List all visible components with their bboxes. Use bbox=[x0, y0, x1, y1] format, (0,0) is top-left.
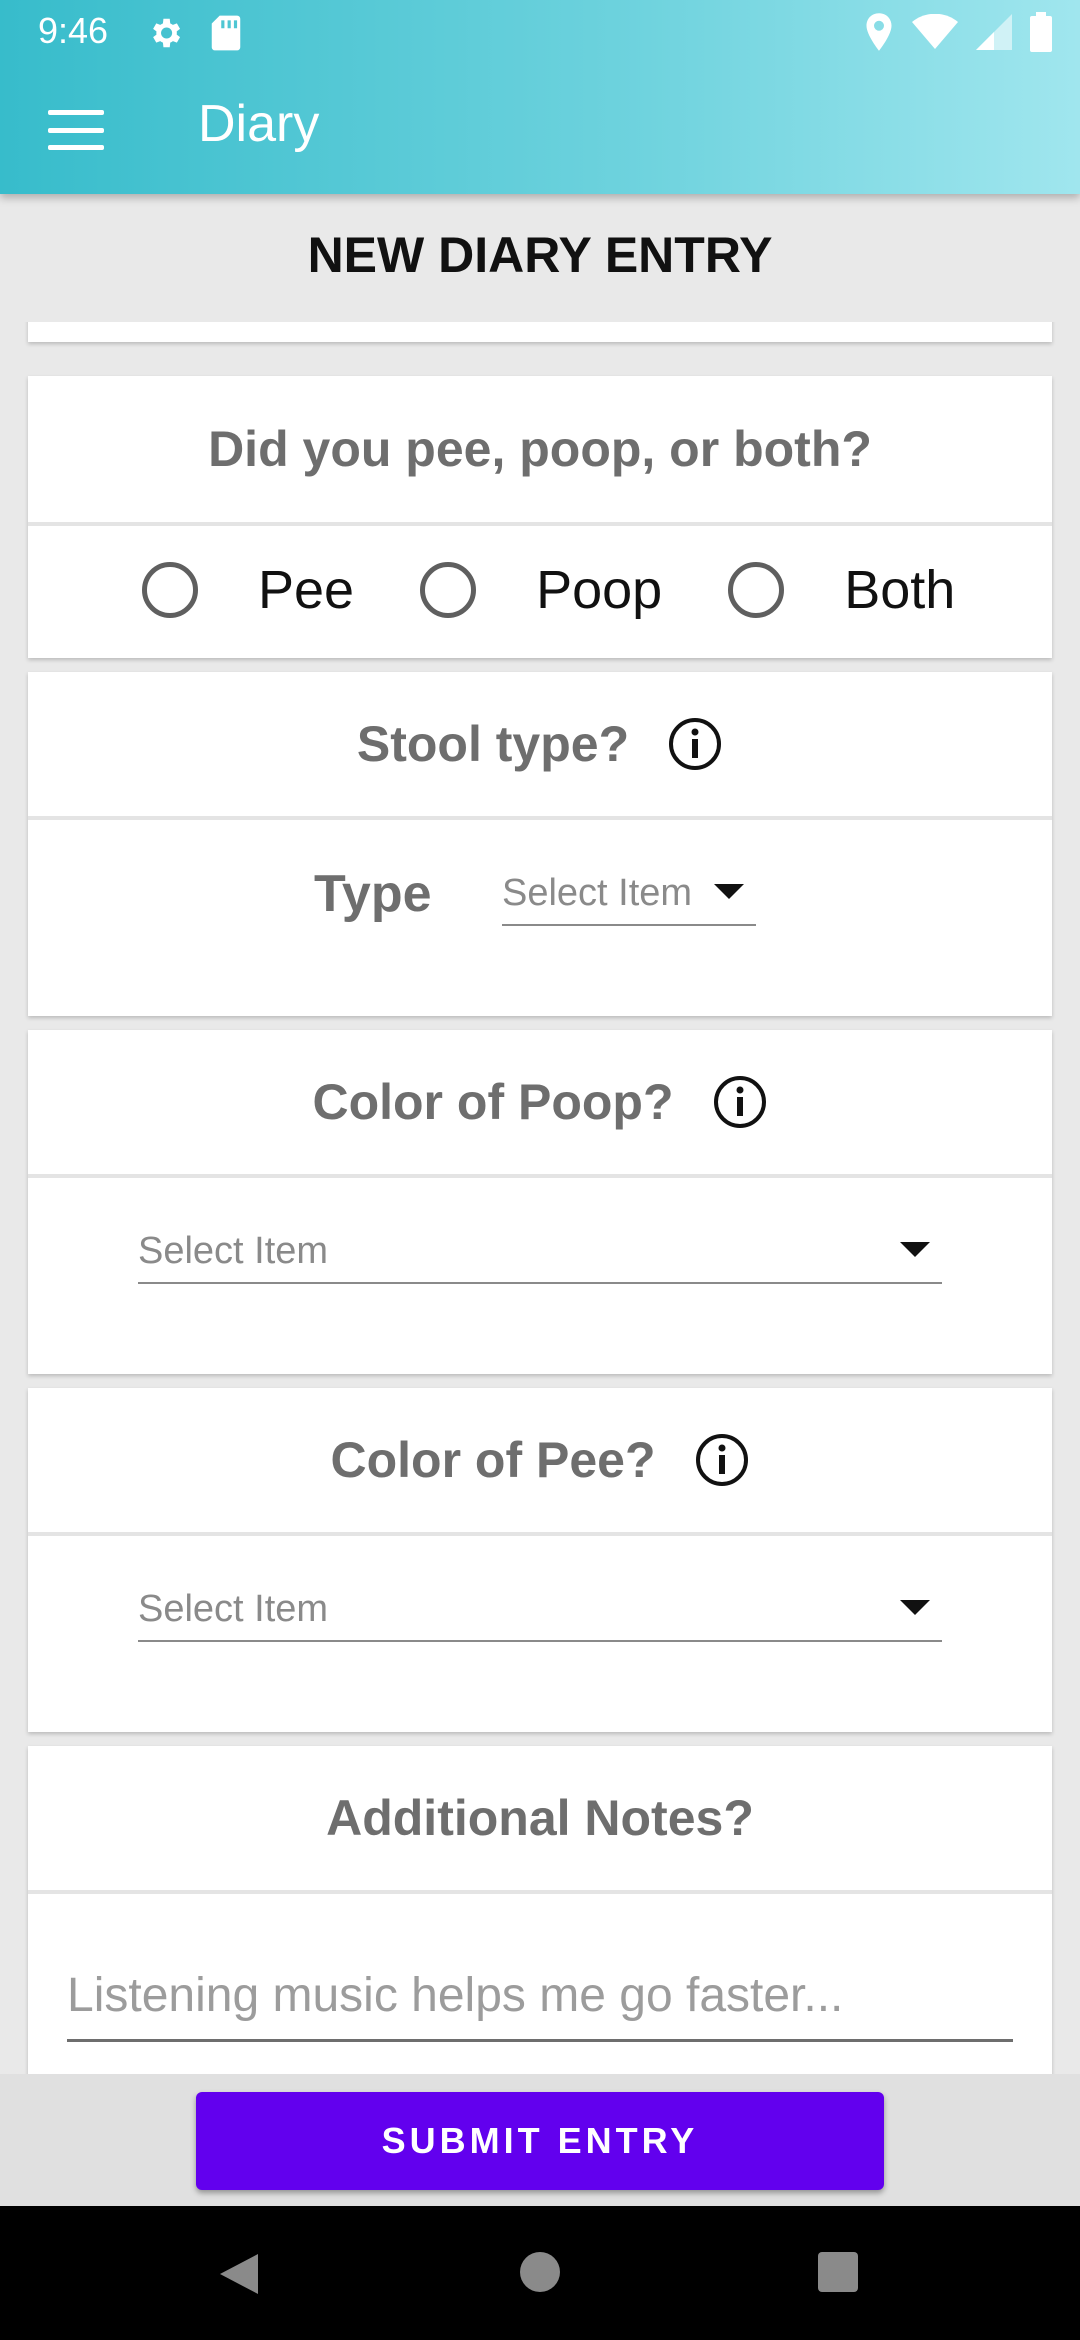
poop-color-header: Color of Poop? bbox=[28, 1030, 1052, 1178]
back-icon[interactable] bbox=[220, 2254, 258, 2294]
info-icon[interactable] bbox=[712, 1074, 768, 1130]
notes-body: Listening music helps me go faster... bbox=[28, 1894, 1052, 2074]
page-title: NEW DIARY ENTRY bbox=[307, 227, 773, 283]
stool-type-select[interactable]: Select Item bbox=[502, 852, 756, 926]
radio-poop-label: Poop bbox=[536, 560, 663, 620]
pee-color-select-value: Select Item bbox=[138, 1588, 329, 1630]
chevron-down-icon bbox=[900, 1242, 930, 1257]
home-icon[interactable] bbox=[520, 2252, 560, 2292]
system-nav-bar bbox=[0, 2206, 1080, 2340]
stool-type-select-value: Select Item bbox=[502, 872, 693, 914]
info-icon[interactable] bbox=[667, 716, 723, 772]
app-bar: 9:46 Diary bbox=[0, 0, 1080, 194]
excretion-header: Did you pee, poop, or both? bbox=[28, 376, 1052, 526]
stool-type-label: Type bbox=[314, 865, 432, 923]
notes-question: Additional Notes? bbox=[326, 1790, 754, 1846]
location-icon bbox=[866, 13, 892, 51]
pee-color-body: Select Item bbox=[28, 1536, 1052, 1732]
info-icon[interactable] bbox=[694, 1432, 750, 1488]
app-title: Diary bbox=[198, 95, 320, 153]
radio-circle[interactable] bbox=[728, 562, 785, 618]
chevron-down-icon bbox=[900, 1600, 930, 1615]
gear-icon bbox=[153, 18, 181, 48]
radio-both-label: Both bbox=[844, 560, 956, 620]
recents-icon[interactable] bbox=[818, 2252, 858, 2292]
toolbar: Diary bbox=[0, 66, 1080, 194]
notes-card: Additional Notes? Listening music helps … bbox=[28, 1746, 1052, 2074]
poop-color-select[interactable]: Select Item bbox=[138, 1210, 942, 1284]
signal-icon bbox=[976, 14, 1012, 50]
radio-pee[interactable]: Pee bbox=[142, 559, 354, 621]
battery-icon bbox=[1030, 12, 1052, 52]
excretion-card: Did you pee, poop, or both? Pee Poop Bot… bbox=[28, 376, 1052, 658]
radio-pee-label: Pee bbox=[258, 560, 355, 620]
stool-type-body: Type Select Item bbox=[28, 820, 1052, 1016]
status-bar: 9:46 bbox=[0, 0, 1080, 66]
hamburger-menu-icon[interactable] bbox=[44, 100, 108, 160]
pee-color-question: Color of Pee? bbox=[330, 1432, 656, 1488]
poop-color-select-value: Select Item bbox=[138, 1230, 329, 1272]
notes-input[interactable]: Listening music helps me go faster... bbox=[67, 1958, 1013, 2042]
form-scroll-area[interactable]: Did you pee, poop, or both? Pee Poop Bot… bbox=[0, 322, 1080, 2074]
poop-color-body: Select Item bbox=[28, 1178, 1052, 1374]
excretion-radio-group: Pee Poop Both bbox=[28, 526, 1052, 654]
chevron-down-icon bbox=[714, 884, 744, 899]
wifi-icon bbox=[912, 14, 958, 49]
notes-header: Additional Notes? bbox=[28, 1746, 1052, 1894]
radio-poop[interactable]: Poop bbox=[420, 559, 662, 621]
submit-entry-button[interactable]: SUBMIT ENTRY bbox=[196, 2092, 884, 2190]
radio-circle[interactable] bbox=[420, 562, 477, 618]
pee-color-select[interactable]: Select Item bbox=[138, 1568, 942, 1642]
status-time: 9:46 bbox=[38, 10, 109, 51]
stool-type-card: Stool type? Type Select Item bbox=[28, 672, 1052, 1016]
radio-both[interactable]: Both bbox=[728, 559, 955, 621]
stool-type-question: Stool type? bbox=[356, 716, 630, 772]
radio-circle[interactable] bbox=[142, 562, 198, 618]
stool-type-header: Stool type? bbox=[28, 672, 1052, 820]
poop-color-card: Color of Poop? Select Item bbox=[28, 1030, 1052, 1374]
bottom-action-bar: SUBMIT ENTRY bbox=[0, 2074, 1080, 2206]
poop-color-question: Color of Poop? bbox=[312, 1074, 674, 1130]
notes-placeholder: Listening music helps me go faster... bbox=[67, 1969, 844, 2022]
pee-color-header: Color of Pee? bbox=[28, 1388, 1052, 1536]
previous-card bbox=[28, 322, 1052, 342]
excretion-question: Did you pee, poop, or both? bbox=[208, 421, 872, 477]
pee-color-card: Color of Pee? Select Item bbox=[28, 1388, 1052, 1732]
sd-card-icon bbox=[211, 15, 241, 51]
